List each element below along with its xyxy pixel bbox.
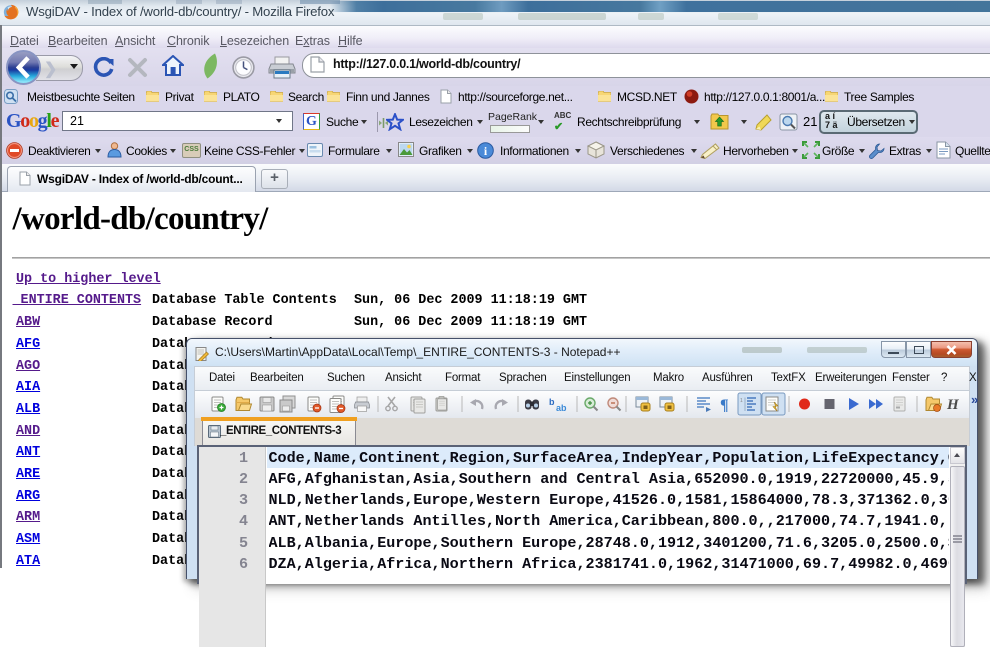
svg-text:¶: ¶ [720,397,729,414]
svg-text:ab: ab [556,403,567,413]
svg-text:H: H [946,397,960,413]
svg-text:1: 1 [740,398,743,404]
svg-text:b: b [549,397,555,407]
